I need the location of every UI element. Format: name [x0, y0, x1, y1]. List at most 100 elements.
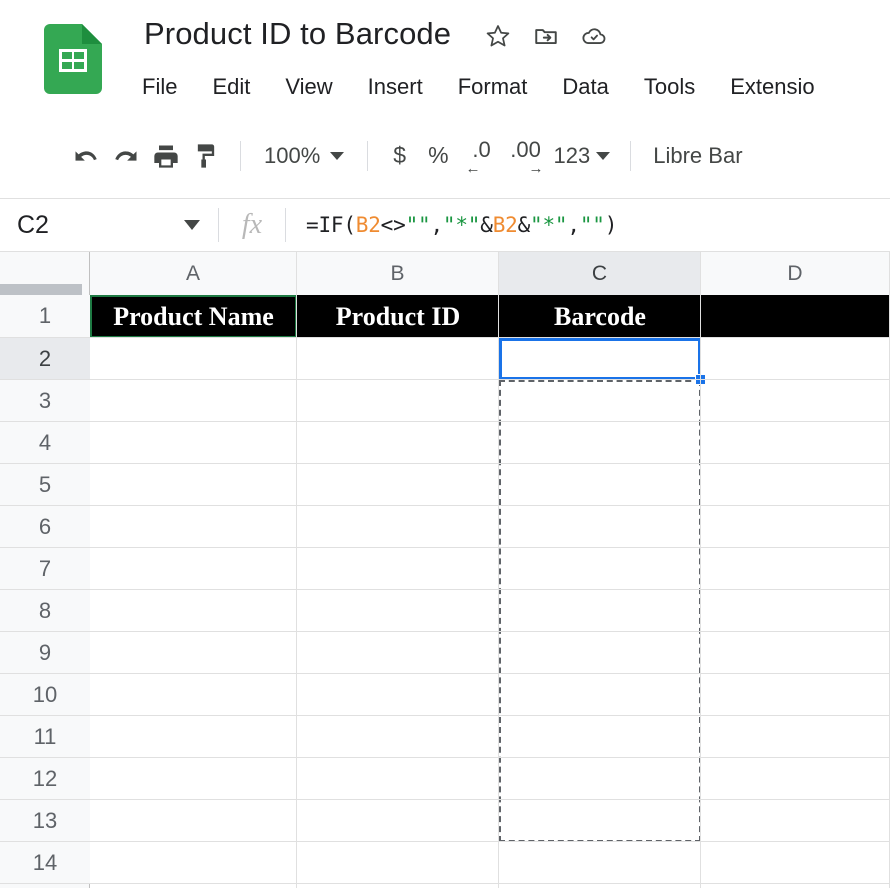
star-icon[interactable] [485, 23, 511, 49]
gridline-horizontal [90, 715, 890, 716]
redo-icon[interactable] [106, 136, 146, 176]
menu-item-data[interactable]: Data [560, 72, 610, 102]
menu-item-tools[interactable]: Tools [642, 72, 697, 102]
menu-item-insert[interactable]: Insert [366, 72, 425, 102]
gridline-horizontal [90, 883, 890, 884]
move-to-folder-icon[interactable] [533, 23, 559, 49]
gridline-horizontal [90, 589, 890, 590]
row-header-label: 12 [32, 765, 58, 791]
menu-item-edit[interactable]: Edit [210, 72, 252, 102]
paint-format-icon[interactable] [186, 136, 226, 176]
cell-d1[interactable] [701, 295, 890, 338]
formula-token-ref: B2 [355, 213, 381, 237]
row-header-label: 3 [38, 387, 52, 413]
gridline-vertical [498, 295, 499, 888]
menu-item-format[interactable]: Format [456, 72, 530, 102]
formula-input[interactable]: =IF(B2<>"","*"&B2&"*","") [286, 213, 890, 237]
row-header-label: 2 [38, 345, 52, 371]
row-header-label: 4 [38, 429, 52, 455]
name-box[interactable]: C2 [0, 199, 218, 251]
row-header-6[interactable]: 6 [0, 506, 90, 548]
decrease-decimal-label: .0 [472, 136, 491, 162]
zoom-selector[interactable]: 100% [255, 138, 353, 174]
arrow-left-icon: ← [465, 159, 481, 177]
formula-token-plain: , [430, 213, 443, 237]
row-header-14[interactable]: 14 [0, 842, 90, 884]
formula-token-plain: <> [380, 213, 406, 237]
page-title[interactable]: Product ID to Barcode [144, 16, 451, 52]
gridline-horizontal [90, 841, 890, 842]
cell-c1[interactable]: Barcode [499, 295, 701, 338]
toolbar-divider-2 [367, 140, 369, 171]
formula-token-ref: B2 [492, 213, 518, 237]
number-format-label: 123 [553, 142, 591, 168]
font-family-selector[interactable]: Libre Bar [645, 138, 750, 174]
gridline-horizontal [90, 673, 890, 674]
menu-item-view[interactable]: View [283, 72, 334, 102]
gridline-horizontal [90, 757, 890, 758]
gridline-horizontal [90, 631, 890, 632]
name-box-value: C2 [17, 210, 49, 239]
row-header-13[interactable]: 13 [0, 800, 90, 842]
undo-icon[interactable] [66, 136, 106, 176]
gridline-vertical [296, 295, 297, 888]
column-header-c[interactable]: C [499, 252, 701, 295]
row-header-label: 11 [33, 723, 57, 749]
cells-area: Product Name Product ID Barcode [90, 295, 890, 888]
gridline-horizontal [90, 463, 890, 464]
corner-triangle-icon [0, 284, 82, 295]
column-header-d[interactable]: D [701, 252, 890, 295]
row-header-2[interactable]: 2 [0, 338, 90, 380]
increase-decimal-button[interactable]: .00 → [504, 135, 548, 177]
document-title-row: Product ID to Barcode [144, 16, 607, 52]
row-header-7[interactable]: 7 [0, 548, 90, 590]
currency-format-button[interactable]: $ [382, 138, 417, 173]
percent-format-button[interactable]: % [417, 138, 459, 173]
print-icon[interactable] [146, 136, 186, 176]
fx-icon[interactable]: fx [219, 209, 285, 241]
row-header-label: 10 [32, 681, 58, 707]
row-header-1[interactable]: 1 [0, 295, 90, 338]
active-cell-selection [499, 338, 701, 380]
spreadsheet-grid: A B C D 1 2 3 4 5 6 7 8 9 10 11 12 13 14 Product Name… [0, 252, 890, 888]
formula-token-str: "" [405, 213, 431, 237]
number-format-selector[interactable]: 123 [548, 139, 617, 173]
menu-item-extensions[interactable]: Extensio [728, 72, 816, 102]
row-header-5[interactable]: 5 [0, 464, 90, 506]
gridline-horizontal [90, 421, 890, 422]
gridline-horizontal [90, 505, 890, 506]
google-sheets-logo[interactable] [44, 24, 102, 94]
chevron-down-icon[interactable] [184, 220, 200, 230]
cell-b1[interactable]: Product ID [297, 295, 499, 338]
row-header-9[interactable]: 9 [0, 632, 90, 674]
row-header-4[interactable]: 4 [0, 422, 90, 464]
row-header-3[interactable]: 3 [0, 380, 90, 422]
formula-token-plain: , [567, 213, 580, 237]
menu-item-file[interactable]: File [140, 72, 179, 102]
column-headers: A B C D [0, 252, 890, 295]
row-header-10[interactable]: 10 [0, 674, 90, 716]
arrow-right-icon: → [528, 159, 544, 177]
zoom-value: 100% [264, 142, 321, 168]
row-header-8[interactable]: 8 [0, 590, 90, 632]
formula-token-str: "" [579, 213, 605, 237]
gridline-horizontal [90, 337, 890, 338]
row-header-label: 5 [38, 471, 52, 497]
decrease-decimal-button[interactable]: .0 ← [460, 135, 504, 177]
row-header-11[interactable]: 11 [0, 716, 90, 758]
formula-token-plain: & [480, 213, 493, 237]
row-header-label: 8 [38, 597, 52, 623]
gridline-horizontal [90, 379, 890, 380]
row-header-12[interactable]: 12 [0, 758, 90, 800]
toolbar: 100% $ % .0 ← .00 → 123 Libre Bar [0, 113, 890, 199]
cloud-check-icon[interactable] [581, 23, 607, 49]
row-header-label: 7 [38, 555, 52, 581]
cell-a1[interactable]: Product Name [90, 295, 297, 338]
column-header-a[interactable]: A [90, 252, 297, 295]
chevron-down-icon [596, 151, 611, 160]
formula-token-str: "*" [530, 213, 568, 237]
select-all-corner[interactable] [0, 252, 90, 295]
formula-bar: C2 fx =IF(B2<>"","*"&B2&"*","") [0, 199, 890, 252]
gridline-horizontal [90, 799, 890, 800]
column-header-b[interactable]: B [297, 252, 499, 295]
